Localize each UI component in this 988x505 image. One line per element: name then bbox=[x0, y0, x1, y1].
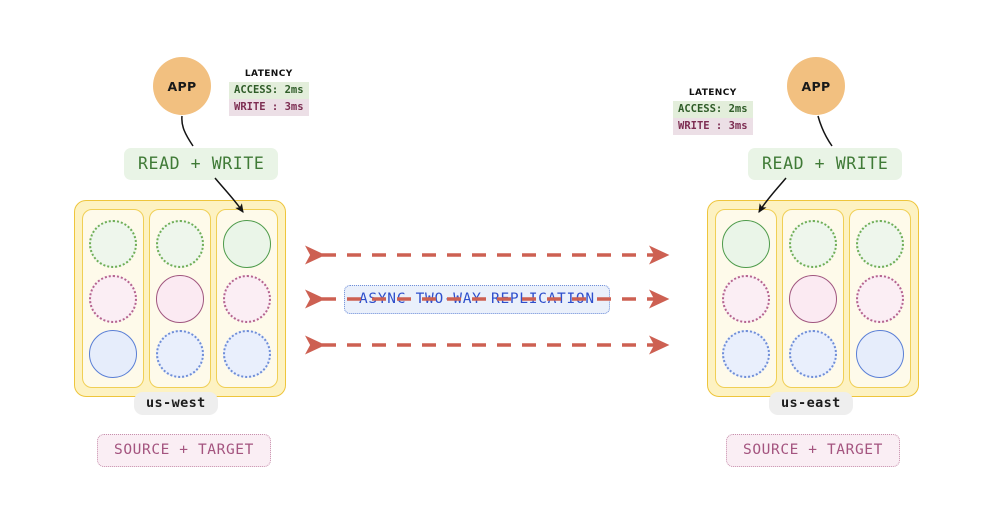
node-blue-replica[interactable] bbox=[789, 329, 837, 378]
diagram-canvas: APP LATENCY ACCESS: 2ms WRITE : 3ms READ… bbox=[0, 0, 988, 505]
node-green-replica[interactable] bbox=[89, 219, 137, 268]
latency-title-left: LATENCY bbox=[244, 69, 293, 79]
latency-table-right: LATENCY ACCESS: 2ms WRITE : 3ms bbox=[673, 88, 753, 135]
region-label-us-east-text: us-east bbox=[781, 395, 841, 411]
app-node-right-label: APP bbox=[801, 78, 831, 94]
node-pink-primary[interactable] bbox=[156, 274, 204, 323]
cluster-column[interactable] bbox=[149, 209, 211, 388]
replication-label-text: ASYNC TWO-WAY REPLICATION bbox=[359, 291, 595, 307]
app-node-left[interactable]: APP bbox=[153, 57, 211, 115]
node-green-primary[interactable] bbox=[223, 219, 271, 268]
node-blue-replica[interactable] bbox=[722, 329, 770, 378]
latency-row-write-left: WRITE : 3ms bbox=[229, 99, 309, 116]
region-label-us-west: us-west bbox=[134, 392, 218, 415]
read-write-text-left: READ + WRITE bbox=[138, 154, 265, 173]
node-pink-replica[interactable] bbox=[223, 274, 271, 323]
cluster-us-east[interactable] bbox=[707, 200, 919, 397]
app-node-left-label: APP bbox=[167, 78, 197, 94]
cluster-column[interactable] bbox=[216, 209, 278, 388]
app-node-right[interactable]: APP bbox=[787, 57, 845, 115]
node-green-replica[interactable] bbox=[156, 219, 204, 268]
cluster-column[interactable] bbox=[82, 209, 144, 388]
node-pink-replica[interactable] bbox=[89, 274, 137, 323]
node-pink-replica[interactable] bbox=[856, 274, 904, 323]
latency-title-right: LATENCY bbox=[688, 88, 737, 98]
region-label-us-east: us-east bbox=[769, 392, 853, 415]
latency-row-access-right: ACCESS: 2ms bbox=[673, 101, 753, 118]
read-write-text-right: READ + WRITE bbox=[762, 154, 889, 173]
node-blue-replica[interactable] bbox=[156, 329, 204, 378]
node-blue-primary[interactable] bbox=[856, 329, 904, 378]
role-label-left-text: SOURCE + TARGET bbox=[114, 442, 254, 458]
read-write-label-right: READ + WRITE bbox=[748, 148, 903, 180]
node-blue-primary[interactable] bbox=[89, 329, 137, 378]
latency-row-write-right: WRITE : 3ms bbox=[673, 118, 753, 135]
latency-row-access-left: ACCESS: 2ms bbox=[229, 82, 309, 99]
role-label-right-text: SOURCE + TARGET bbox=[743, 442, 883, 458]
node-blue-replica[interactable] bbox=[223, 329, 271, 378]
node-green-replica[interactable] bbox=[856, 219, 904, 268]
region-label-us-west-text: us-west bbox=[146, 395, 206, 411]
connector-app-to-readwrite-left bbox=[181, 115, 194, 147]
node-pink-primary[interactable] bbox=[789, 274, 837, 323]
role-label-left: SOURCE + TARGET bbox=[97, 434, 271, 467]
node-green-primary[interactable] bbox=[722, 219, 770, 268]
cluster-column[interactable] bbox=[782, 209, 844, 388]
node-pink-replica[interactable] bbox=[722, 274, 770, 323]
role-label-right: SOURCE + TARGET bbox=[726, 434, 900, 467]
replication-label: ASYNC TWO-WAY REPLICATION bbox=[344, 285, 610, 314]
read-write-label-left: READ + WRITE bbox=[124, 148, 279, 180]
cluster-column[interactable] bbox=[849, 209, 911, 388]
node-green-replica[interactable] bbox=[789, 219, 837, 268]
cluster-us-west[interactable] bbox=[74, 200, 286, 397]
connector-app-to-readwrite-right bbox=[817, 115, 833, 147]
latency-table-left: LATENCY ACCESS: 2ms WRITE : 3ms bbox=[229, 69, 309, 116]
cluster-column[interactable] bbox=[715, 209, 777, 388]
